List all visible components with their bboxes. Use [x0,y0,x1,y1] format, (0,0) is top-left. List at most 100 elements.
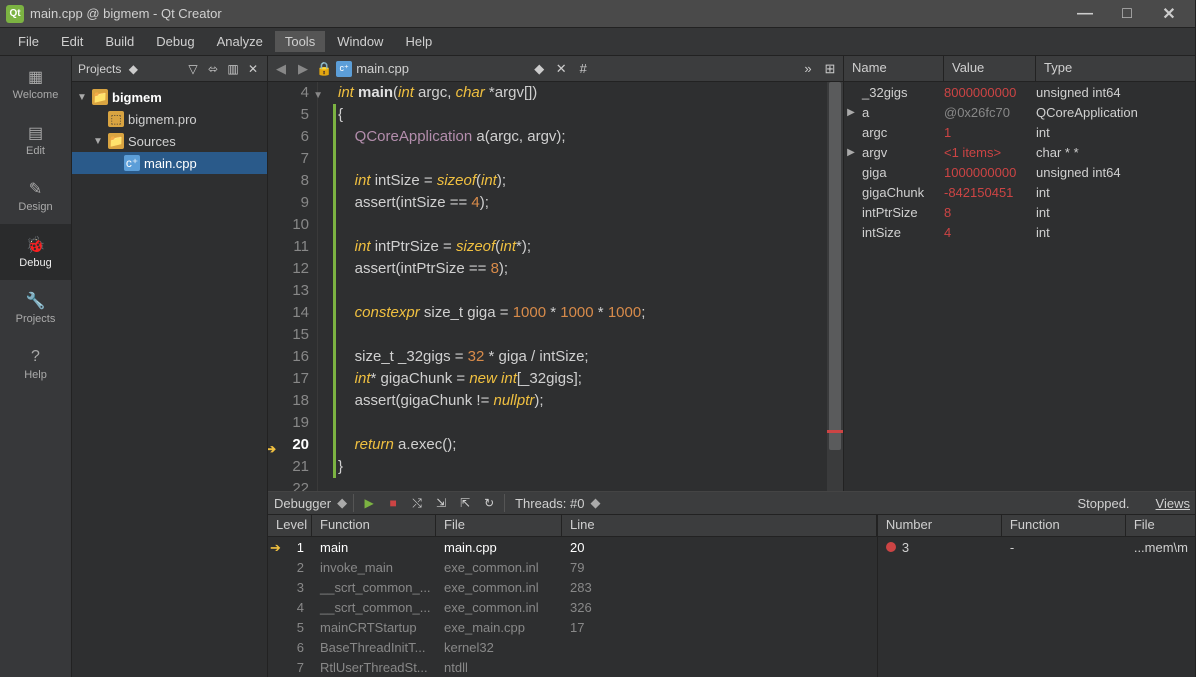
code-line[interactable] [333,478,827,491]
stack-row[interactable]: 4__scrt_common_...exe_common.inl326 [268,597,877,617]
locals-row[interactable]: giga1000000000unsigned int64 [844,162,1196,182]
code-text[interactable]: int main(int argc, char *argv[]){ QCoreA… [318,82,827,491]
step-into-icon[interactable]: ⇲ [432,494,450,512]
line-number[interactable]: 14 [268,302,309,324]
code-line[interactable]: size_t _32gigs = 32 * giga / intSize; [333,346,827,368]
line-number[interactable]: 7 [268,148,309,170]
line-number[interactable]: 13 [268,280,309,302]
line-number[interactable]: 8 [268,170,309,192]
project-selector[interactable]: Projects [78,62,121,76]
expander-icon[interactable]: ▼ [92,136,104,147]
close-button[interactable]: ✕ [1148,3,1190,25]
line-number[interactable]: 6 [268,126,309,148]
locals-row[interactable]: argc1int [844,122,1196,142]
code-area[interactable]: 4▼567891011121314151617181920➔2122 int m… [268,82,843,491]
split-icon[interactable]: ▥ [225,61,241,77]
menu-window[interactable]: Window [327,31,393,52]
tree-item-pro[interactable]: ⬚ bigmem.pro [72,108,267,130]
code-line[interactable] [333,324,827,346]
stack-row[interactable]: 6BaseThreadInitT...kernel32 [268,637,877,657]
locals-col-value[interactable]: Value [944,56,1036,81]
line-number[interactable]: 9 [268,192,309,214]
menu-edit[interactable]: Edit [51,31,93,52]
stack-row[interactable]: 1mainmain.cpp20 [268,537,877,557]
filter-icon[interactable]: ▽ [185,61,201,77]
code-line[interactable]: constexpr size_t giga = 1000 * 1000 * 10… [333,302,827,324]
code-line[interactable] [333,412,827,434]
stack-row[interactable]: 2invoke_mainexe_common.inl79 [268,557,877,577]
tree-item-root[interactable]: ▼ 📁 bigmem [72,86,267,108]
mode-help[interactable]: ? Help [0,336,71,392]
scrollbar-thumb[interactable] [829,82,841,450]
line-number[interactable]: 5 [268,104,309,126]
link-icon[interactable]: ⬄ [205,61,221,77]
code-line[interactable]: int* gigaChunk = new int[_32gigs]; [333,368,827,390]
maximize-button[interactable]: □ [1106,3,1148,25]
editor-filename[interactable]: main.cpp [356,61,526,76]
line-gutter[interactable]: 4▼567891011121314151617181920➔2122 [268,82,318,491]
line-number[interactable]: 22 [268,478,309,491]
mode-edit[interactable]: ▤ Edit [0,112,71,168]
stack-row[interactable]: 7RtlUserThreadSt...ntdll [268,657,877,677]
mode-projects[interactable]: 🔧 Projects [0,280,71,336]
bp-hdr-number[interactable]: Number [878,515,1002,536]
locals-col-name[interactable]: Name [844,56,944,81]
stack-hdr-file[interactable]: File [436,515,562,536]
line-number[interactable]: 17 [268,368,309,390]
mode-debug[interactable]: 🐞 Debug [0,224,71,280]
locals-row[interactable]: gigaChunk-842150451int [844,182,1196,202]
code-line[interactable]: QCoreApplication a(argc, argv); [333,126,827,148]
close-tab-icon[interactable]: ✕ [552,61,570,77]
locals-row[interactable]: intSize4int [844,222,1196,242]
continue-icon[interactable]: ▶ [360,494,378,512]
stack-hdr-function[interactable]: Function [312,515,436,536]
views-link[interactable]: Views [1156,496,1190,511]
bp-hdr-function[interactable]: Function [1002,515,1126,536]
locals-row[interactable]: ▶a@0x26fc70QCoreApplication [844,102,1196,122]
line-number[interactable]: 15 [268,324,309,346]
stack-row[interactable]: 5mainCRTStartupexe_main.cpp17 [268,617,877,637]
stack-hdr-line[interactable]: Line [562,515,877,536]
code-line[interactable]: assert(intPtrSize == 8); [333,258,827,280]
tree-item-main-cpp[interactable]: c⁺ main.cpp [72,152,267,174]
code-line[interactable]: int intSize = sizeof(int); [333,170,827,192]
dropdown-icon[interactable]: ◆ [337,495,347,511]
locals-row[interactable]: ▶argv<1 items>char * * [844,142,1196,162]
step-out-icon[interactable]: ⇱ [456,494,474,512]
line-number[interactable]: 19 [268,412,309,434]
threads-selector[interactable]: Threads: #0 [515,496,584,511]
stop-icon[interactable]: ■ [384,494,402,512]
more-icon[interactable]: » [799,61,817,76]
line-number[interactable]: 16 [268,346,309,368]
menu-debug[interactable]: Debug [146,31,204,52]
restart-icon[interactable]: ↻ [480,494,498,512]
nav-forward-icon[interactable]: ▶ [294,61,312,77]
line-number[interactable]: 18 [268,390,309,412]
minimize-button[interactable]: — [1064,3,1106,25]
lock-icon[interactable]: 🔒 [316,61,332,77]
breakpoint-row[interactable]: 3-...mem\m [878,537,1196,557]
code-line[interactable]: assert(gigaChunk != nullptr); [333,390,827,412]
expander-icon[interactable]: ▶ [844,107,858,118]
dropdown-icon[interactable]: ◆ [590,495,600,511]
mode-design[interactable]: ✎ Design [0,168,71,224]
locals-col-type[interactable]: Type [1036,56,1196,81]
expander-icon[interactable]: ▼ [76,92,88,103]
nav-back-icon[interactable]: ◀ [272,61,290,77]
code-line[interactable]: int intPtrSize = sizeof(int*); [333,236,827,258]
mode-welcome[interactable]: ▦ Welcome [0,56,71,112]
locals-row[interactable]: _32gigs8000000000unsigned int64 [844,82,1196,102]
bp-hdr-file[interactable]: File [1126,515,1196,536]
code-line[interactable]: } [333,456,827,478]
locals-row[interactable]: intPtrSize8int [844,202,1196,222]
menu-build[interactable]: Build [95,31,144,52]
line-number[interactable]: 11 [268,236,309,258]
hash-symbol[interactable]: # [574,61,592,76]
code-line[interactable]: assert(intSize == 4); [333,192,827,214]
code-line[interactable] [333,214,827,236]
close-panel-icon[interactable]: ✕ [245,61,261,77]
menu-analyze[interactable]: Analyze [207,31,273,52]
dropdown-icon[interactable]: ◆ [125,61,141,77]
expander-icon[interactable]: ▶ [844,147,858,158]
line-number[interactable]: 21 [268,456,309,478]
